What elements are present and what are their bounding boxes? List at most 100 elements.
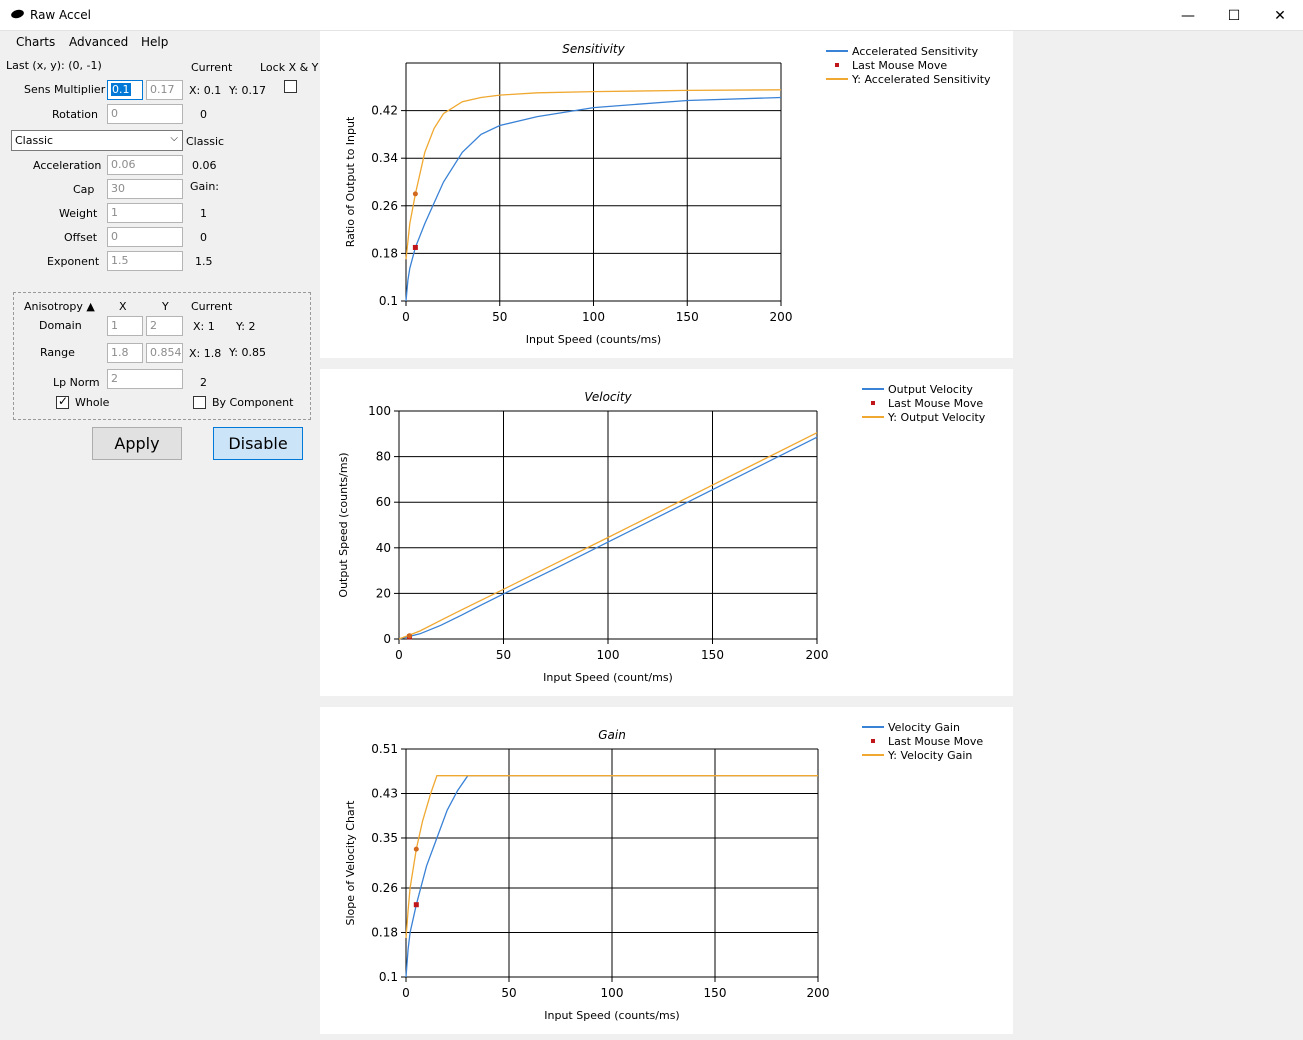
rotation-input[interactable]: 0 [107, 104, 183, 124]
title-bar: Raw Accel — ☐ ✕ [0, 0, 1303, 31]
y-tick-label: 0.18 [371, 246, 398, 260]
sens-current-y: Y: 0.17 [229, 84, 266, 97]
sens-multiplier-label: Sens Multiplier [24, 83, 106, 96]
x-tick-label: 150 [676, 310, 699, 324]
whole-label: Whole [75, 396, 110, 409]
accel-type-value: Classic [15, 134, 54, 147]
app-mouse-icon [10, 8, 25, 20]
sensitivity-chart: Sensitivity 0 50 100 150 200 0.1 0.18 0.26 0.34 0.… [344, 42, 991, 346]
last-xy-label: Last (x, y): (0, -1) [6, 59, 102, 72]
x-tick-label: 100 [597, 648, 620, 662]
x-tick-label: 50 [496, 648, 511, 662]
anisotropy-x-header: X [119, 300, 127, 313]
x-tick-label: 50 [501, 986, 516, 1000]
sens-current-x: X: 0.1 [189, 84, 222, 97]
y-tick-label: 0.18 [371, 926, 398, 940]
chart-title: Gain [598, 728, 626, 742]
lp-norm-input[interactable]: 2 [107, 369, 183, 389]
weight-input[interactable]: 1 [107, 203, 183, 223]
y-tick-label: 0.1 [379, 970, 398, 984]
by-component-checkbox[interactable] [193, 396, 206, 409]
cap-label: Cap [73, 183, 95, 196]
legend-entry: Velocity Gain [888, 721, 960, 734]
legend-entry: Accelerated Sensitivity [852, 45, 979, 58]
velocity-chart: Velocity 0 50 100 150 200 0 20 40 60 80 100 Input Sp… [337, 383, 986, 684]
x-tick-label: 200 [807, 986, 830, 1000]
anisotropy-toggle[interactable]: Anisotropy ▲ [24, 300, 95, 313]
sens-x-input[interactable]: 0.1 [107, 80, 143, 100]
lp-norm-current: 2 [200, 376, 207, 389]
menu-bar: Charts Advanced Help [0, 31, 320, 55]
x-axis-label: Input Speed (counts/ms) [544, 1009, 679, 1022]
cap-input[interactable]: 30 [107, 179, 183, 199]
legend-swatch [835, 63, 839, 67]
acceleration-input[interactable]: 0.06 [107, 155, 183, 175]
last-mouse-move-point [412, 244, 418, 250]
anisotropy-y-header: Y [162, 300, 169, 313]
y-tick-label: 0.26 [371, 199, 398, 213]
accel-type-select[interactable]: Classic ⌵ [11, 130, 183, 151]
close-button[interactable]: ✕ [1257, 0, 1303, 31]
x-tick-label: 100 [601, 986, 624, 1000]
y-axis-label: Slope of Velocity Chart [344, 800, 357, 926]
menu-help[interactable]: Help [139, 35, 170, 49]
exponent-input[interactable]: 1.5 [107, 251, 183, 271]
weight-label: Weight [59, 207, 98, 220]
legend-entry: Last Mouse Move [888, 397, 983, 410]
domain-y-input[interactable]: 2 [146, 316, 183, 336]
domain-label: Domain [39, 319, 82, 332]
y-tick-label: 40 [376, 541, 391, 555]
y-tick-label: 60 [376, 495, 391, 509]
domain-current-y: Y: 2 [236, 320, 256, 333]
y-tick-label: 80 [376, 450, 391, 464]
x-axis-label: Input Speed (count/ms) [543, 671, 673, 684]
blank-area [1013, 31, 1303, 1040]
sensitivity-chart-panel: Sensitivity 0 50 100 150 200 0.1 0.18 0.26 0.34 0.… [320, 31, 1013, 358]
y-tick-label: 0 [383, 632, 391, 646]
domain-x-input[interactable]: 1 [107, 316, 143, 336]
weight-current: 1 [200, 207, 207, 220]
x-tick-label: 200 [770, 310, 793, 324]
x-tick-label: 0 [402, 986, 410, 1000]
lock-xy-checkbox[interactable] [284, 80, 297, 93]
range-y-input[interactable]: 0.854 [146, 343, 183, 363]
range-label: Range [40, 346, 75, 359]
legend-entry: Y: Accelerated Sensitivity [851, 73, 991, 86]
acceleration-label: Acceleration [33, 159, 102, 172]
legend-entry: Y: Output Velocity [887, 411, 986, 424]
last-mouse-move-point [413, 902, 419, 908]
minimize-button[interactable]: — [1165, 0, 1211, 31]
menu-advanced[interactable]: Advanced [67, 35, 130, 49]
window-title: Raw Accel [30, 8, 91, 22]
range-x-input[interactable]: 1.8 [107, 343, 143, 363]
y-last-mouse-move-point [413, 846, 419, 852]
menu-charts[interactable]: Charts [14, 35, 57, 49]
by-component-label: By Component [212, 396, 294, 409]
lock-xy-label: Lock X & Y [260, 61, 319, 74]
legend-swatch [871, 401, 875, 405]
y-tick-label: 0.26 [371, 881, 398, 895]
legend-entry: Last Mouse Move [852, 59, 947, 72]
y-last-mouse-move-point [406, 633, 412, 639]
sens-y-input[interactable]: 0.17 [146, 80, 183, 100]
chevron-down-icon: ⌵ [170, 133, 178, 144]
accel-type-current: Classic [186, 135, 225, 148]
gain-chart-panel: Gain 0 50 100 150 200 0.1 0.18 0.26 0.35 0.43 0.51 I… [320, 707, 1013, 1034]
y-tick-label: 0.43 [371, 786, 398, 800]
offset-input[interactable]: 0 [107, 227, 183, 247]
disable-button[interactable]: Disable [213, 427, 303, 460]
gain-chart: Gain 0 50 100 150 200 0.1 0.18 0.26 0.35 0.43 0.51 I… [344, 721, 983, 1022]
range-current-y: Y: 0.85 [229, 346, 266, 359]
x-tick-label: 150 [704, 986, 727, 1000]
chart-title: Sensitivity [562, 42, 625, 56]
range-current-x: X: 1.8 [189, 347, 222, 360]
maximize-button[interactable]: ☐ [1211, 0, 1257, 31]
y-tick-label: 0.42 [371, 104, 398, 118]
rotation-current: 0 [200, 108, 207, 121]
offset-label: Offset [64, 231, 98, 244]
apply-button[interactable]: Apply [92, 427, 182, 460]
x-tick-label: 100 [582, 310, 605, 324]
legend-entry: Y: Velocity Gain [887, 749, 972, 762]
whole-checkbox[interactable] [56, 394, 69, 409]
x-tick-label: 150 [701, 648, 724, 662]
